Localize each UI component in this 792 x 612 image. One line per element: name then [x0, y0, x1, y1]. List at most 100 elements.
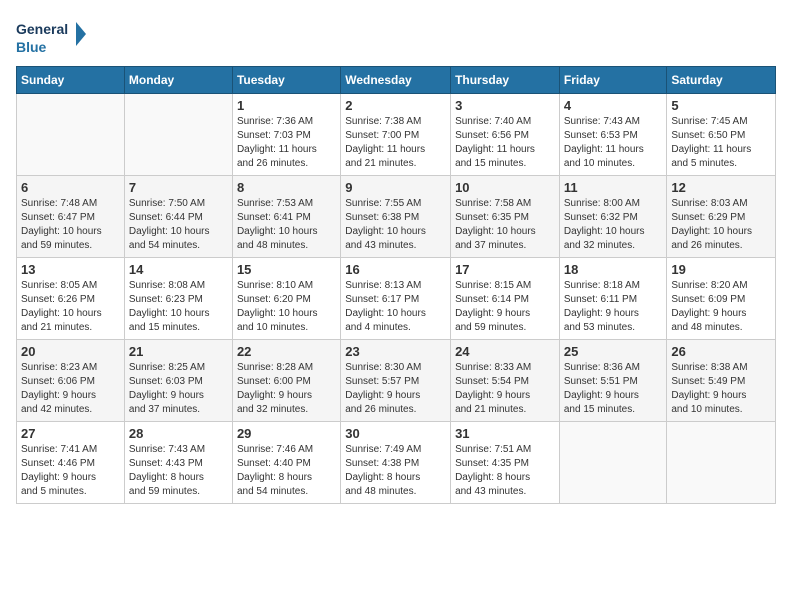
day-number: 4: [564, 98, 663, 113]
day-number: 27: [21, 426, 120, 441]
day-detail: Sunrise: 7:58 AM Sunset: 6:35 PM Dayligh…: [455, 197, 555, 253]
logo-svg: General Blue: [16, 16, 96, 56]
day-detail: Sunrise: 7:41 AM Sunset: 4:46 PM Dayligh…: [21, 443, 120, 499]
calendar-cell: 27 Sunrise: 7:41 AM Sunset: 4:46 PM Dayli…: [17, 422, 125, 504]
day-number: 15: [237, 262, 336, 277]
header-cell-wednesday: Wednesday: [341, 67, 451, 94]
day-number: 17: [455, 262, 555, 277]
calendar-cell: 29 Sunrise: 7:46 AM Sunset: 4:40 PM Dayli…: [232, 422, 340, 504]
header-cell-saturday: Saturday: [667, 67, 776, 94]
calendar-week-4: 20 Sunrise: 8:23 AM Sunset: 6:06 PM Dayli…: [17, 340, 776, 422]
day-number: 19: [671, 262, 771, 277]
day-number: 14: [129, 262, 228, 277]
calendar-cell: 1Sunrise: 7:36 AM Sunset: 7:03 PM Daylig…: [232, 94, 340, 176]
day-number: 9: [345, 180, 446, 195]
day-number: 22: [237, 344, 336, 359]
calendar-week-1: 1Sunrise: 7:36 AM Sunset: 7:03 PM Daylig…: [17, 94, 776, 176]
day-number: 16: [345, 262, 446, 277]
day-number: 13: [21, 262, 120, 277]
calendar-cell: 31 Sunrise: 7:51 AM Sunset: 4:35 PM Dayli…: [451, 422, 560, 504]
day-number: 10: [455, 180, 555, 195]
day-number: 26: [671, 344, 771, 359]
calendar-cell: 26 Sunrise: 8:38 AM Sunset: 5:49 PM Dayli…: [667, 340, 776, 422]
day-number: 24: [455, 344, 555, 359]
calendar-cell: 2 Sunrise: 7:38 AM Sunset: 7:00 PM Daylig…: [341, 94, 451, 176]
day-number: 20: [21, 344, 120, 359]
day-number: 2: [345, 98, 446, 113]
day-number: 12: [671, 180, 771, 195]
calendar-cell: [667, 422, 776, 504]
svg-text:General: General: [16, 21, 68, 37]
day-number: 11: [564, 180, 663, 195]
calendar-cell: 19 Sunrise: 8:20 AM Sunset: 6:09 PM Dayli…: [667, 258, 776, 340]
day-number: 31: [455, 426, 555, 441]
calendar-cell: 24 Sunrise: 8:33 AM Sunset: 5:54 PM Dayli…: [451, 340, 560, 422]
day-detail: Sunrise: 7:36 AM Sunset: 7:03 PM Dayligh…: [237, 115, 336, 171]
day-number: 6: [21, 180, 120, 195]
calendar-cell: 3Sunrise: 7:40 AM Sunset: 6:56 PM Daylig…: [451, 94, 560, 176]
day-detail: Sunrise: 8:18 AM Sunset: 6:11 PM Dayligh…: [564, 279, 663, 335]
calendar-week-5: 27 Sunrise: 7:41 AM Sunset: 4:46 PM Dayli…: [17, 422, 776, 504]
calendar-cell: 7Sunrise: 7:50 AM Sunset: 6:44 PM Daylig…: [124, 176, 232, 258]
day-number: 5: [671, 98, 771, 113]
day-detail: Sunrise: 8:15 AM Sunset: 6:14 PM Dayligh…: [455, 279, 555, 335]
day-number: 28: [129, 426, 228, 441]
header-cell-thursday: Thursday: [451, 67, 560, 94]
day-number: 7: [129, 180, 228, 195]
day-detail: Sunrise: 7:48 AM Sunset: 6:47 PM Dayligh…: [21, 197, 120, 253]
day-detail: Sunrise: 8:13 AM Sunset: 6:17 PM Dayligh…: [345, 279, 446, 335]
day-detail: Sunrise: 8:28 AM Sunset: 6:00 PM Dayligh…: [237, 361, 336, 417]
day-detail: Sunrise: 7:43 AM Sunset: 4:43 PM Dayligh…: [129, 443, 228, 499]
day-detail: Sunrise: 8:33 AM Sunset: 5:54 PM Dayligh…: [455, 361, 555, 417]
calendar-cell: 4 Sunrise: 7:43 AM Sunset: 6:53 PM Daylig…: [559, 94, 667, 176]
calendar-week-3: 13Sunrise: 8:05 AM Sunset: 6:26 PM Dayli…: [17, 258, 776, 340]
calendar-cell: 16 Sunrise: 8:13 AM Sunset: 6:17 PM Dayli…: [341, 258, 451, 340]
day-number: 21: [129, 344, 228, 359]
day-detail: Sunrise: 8:10 AM Sunset: 6:20 PM Dayligh…: [237, 279, 336, 335]
day-detail: Sunrise: 8:25 AM Sunset: 6:03 PM Dayligh…: [129, 361, 228, 417]
day-detail: Sunrise: 7:38 AM Sunset: 7:00 PM Dayligh…: [345, 115, 446, 171]
day-detail: Sunrise: 8:23 AM Sunset: 6:06 PM Dayligh…: [21, 361, 120, 417]
day-detail: Sunrise: 7:53 AM Sunset: 6:41 PM Dayligh…: [237, 197, 336, 253]
calendar-cell: 17 Sunrise: 8:15 AM Sunset: 6:14 PM Dayli…: [451, 258, 560, 340]
day-detail: Sunrise: 7:43 AM Sunset: 6:53 PM Dayligh…: [564, 115, 663, 171]
day-detail: Sunrise: 8:08 AM Sunset: 6:23 PM Dayligh…: [129, 279, 228, 335]
calendar-cell: 20 Sunrise: 8:23 AM Sunset: 6:06 PM Dayli…: [17, 340, 125, 422]
day-number: 29: [237, 426, 336, 441]
calendar-cell: 30 Sunrise: 7:49 AM Sunset: 4:38 PM Dayli…: [341, 422, 451, 504]
day-detail: Sunrise: 7:45 AM Sunset: 6:50 PM Dayligh…: [671, 115, 771, 171]
header-cell-sunday: Sunday: [17, 67, 125, 94]
svg-text:Blue: Blue: [16, 39, 47, 55]
calendar-cell: 9Sunrise: 7:55 AM Sunset: 6:38 PM Daylig…: [341, 176, 451, 258]
day-detail: Sunrise: 8:38 AM Sunset: 5:49 PM Dayligh…: [671, 361, 771, 417]
calendar-cell: [559, 422, 667, 504]
calendar-cell: 8Sunrise: 7:53 AM Sunset: 6:41 PM Daylig…: [232, 176, 340, 258]
calendar-table: SundayMondayTuesdayWednesdayThursdayFrid…: [16, 66, 776, 504]
day-detail: Sunrise: 7:46 AM Sunset: 4:40 PM Dayligh…: [237, 443, 336, 499]
calendar-cell: 21 Sunrise: 8:25 AM Sunset: 6:03 PM Dayli…: [124, 340, 232, 422]
calendar-cell: 6 Sunrise: 7:48 AM Sunset: 6:47 PM Daylig…: [17, 176, 125, 258]
day-detail: Sunrise: 8:03 AM Sunset: 6:29 PM Dayligh…: [671, 197, 771, 253]
calendar-cell: 28 Sunrise: 7:43 AM Sunset: 4:43 PM Dayli…: [124, 422, 232, 504]
day-number: 30: [345, 426, 446, 441]
day-detail: Sunrise: 7:51 AM Sunset: 4:35 PM Dayligh…: [455, 443, 555, 499]
calendar-cell: 15 Sunrise: 8:10 AM Sunset: 6:20 PM Dayli…: [232, 258, 340, 340]
calendar-cell: 23 Sunrise: 8:30 AM Sunset: 5:57 PM Dayli…: [341, 340, 451, 422]
day-detail: Sunrise: 7:49 AM Sunset: 4:38 PM Dayligh…: [345, 443, 446, 499]
day-number: 25: [564, 344, 663, 359]
calendar-week-2: 6 Sunrise: 7:48 AM Sunset: 6:47 PM Daylig…: [17, 176, 776, 258]
day-number: 3: [455, 98, 555, 113]
day-detail: Sunrise: 8:20 AM Sunset: 6:09 PM Dayligh…: [671, 279, 771, 335]
calendar-cell: 12 Sunrise: 8:03 AM Sunset: 6:29 PM Dayli…: [667, 176, 776, 258]
day-detail: Sunrise: 8:36 AM Sunset: 5:51 PM Dayligh…: [564, 361, 663, 417]
logo: General Blue: [16, 16, 96, 56]
day-detail: Sunrise: 8:30 AM Sunset: 5:57 PM Dayligh…: [345, 361, 446, 417]
header-row: SundayMondayTuesdayWednesdayThursdayFrid…: [17, 67, 776, 94]
header-cell-tuesday: Tuesday: [232, 67, 340, 94]
calendar-cell: 10 Sunrise: 7:58 AM Sunset: 6:35 PM Dayli…: [451, 176, 560, 258]
calendar-cell: 22 Sunrise: 8:28 AM Sunset: 6:00 PM Dayli…: [232, 340, 340, 422]
calendar-cell: 14 Sunrise: 8:08 AM Sunset: 6:23 PM Dayli…: [124, 258, 232, 340]
calendar-cell: 18Sunrise: 8:18 AM Sunset: 6:11 PM Dayli…: [559, 258, 667, 340]
day-number: 23: [345, 344, 446, 359]
page-header: General Blue: [16, 16, 776, 56]
